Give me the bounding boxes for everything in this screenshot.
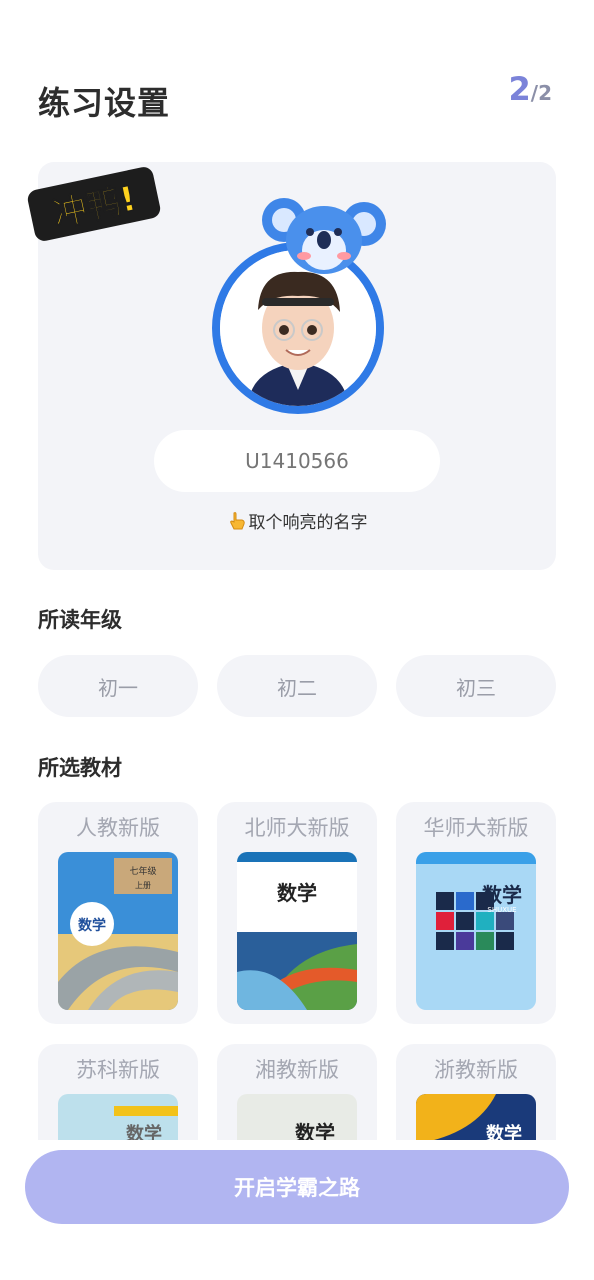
- header: 练习设置 2/2: [0, 0, 594, 160]
- username-input[interactable]: [154, 430, 440, 492]
- grade-options: 初一 初二 初三: [38, 655, 556, 717]
- start-button[interactable]: 开启学霸之路: [25, 1150, 569, 1224]
- textbook-cover: 七年级 上册 数学: [58, 852, 178, 1010]
- textbook-cover: 数学: [237, 852, 357, 1010]
- grade-option-2[interactable]: 初二: [217, 655, 377, 717]
- textbook-cover: 数学 SHUXUE: [416, 852, 536, 1010]
- cheer-badge-icon: 冲鸭!: [27, 167, 161, 241]
- cover-title: 数学: [277, 881, 317, 905]
- textbook-card-beishida[interactable]: 北师大新版 数学: [217, 802, 377, 1024]
- name-hint: 取个响亮的名字: [38, 508, 556, 533]
- textbook-name: 北师大新版: [244, 816, 350, 840]
- grade-option-3[interactable]: 初三: [396, 655, 556, 717]
- step-current: 2: [508, 70, 531, 108]
- textbook-name: 湘教新版: [255, 1058, 339, 1082]
- avatar[interactable]: [208, 190, 388, 414]
- step-indicator: 2/2: [509, 70, 553, 108]
- profile-card: 冲鸭! U1410566 取个响亮的名字: [27, 162, 556, 570]
- textbook-label: 所选教材: [38, 756, 122, 780]
- cover-vol: 上册: [135, 881, 151, 890]
- name-hint-text: 取个响亮的名字: [248, 513, 368, 533]
- textbook-name: 苏科新版: [76, 1058, 160, 1082]
- textbook-name: 浙教新版: [434, 1058, 518, 1082]
- textbook-name: 人教新版: [76, 816, 160, 840]
- cover-subtitle: SHUXUE: [487, 906, 516, 914]
- cover-title: 数学: [78, 917, 106, 934]
- pointing-hand-icon: [229, 512, 245, 530]
- cover-title: 数学: [482, 883, 522, 907]
- step-total: /2: [530, 81, 552, 105]
- textbook-card-huashida[interactable]: 华师大新版 数学 SHUXUE: [396, 802, 556, 1024]
- page-title: 练习设置: [38, 84, 171, 122]
- grade-label: 所读年级: [38, 608, 122, 632]
- textbook-card-renjiao[interactable]: 人教新版 七年级 上册 数学: [38, 802, 198, 1024]
- cover-grade: 七年级: [129, 865, 156, 877]
- koala-mascot-icon: [262, 198, 386, 274]
- textbook-name: 华师大新版: [423, 816, 529, 840]
- grade-option-1[interactable]: 初一: [38, 655, 198, 717]
